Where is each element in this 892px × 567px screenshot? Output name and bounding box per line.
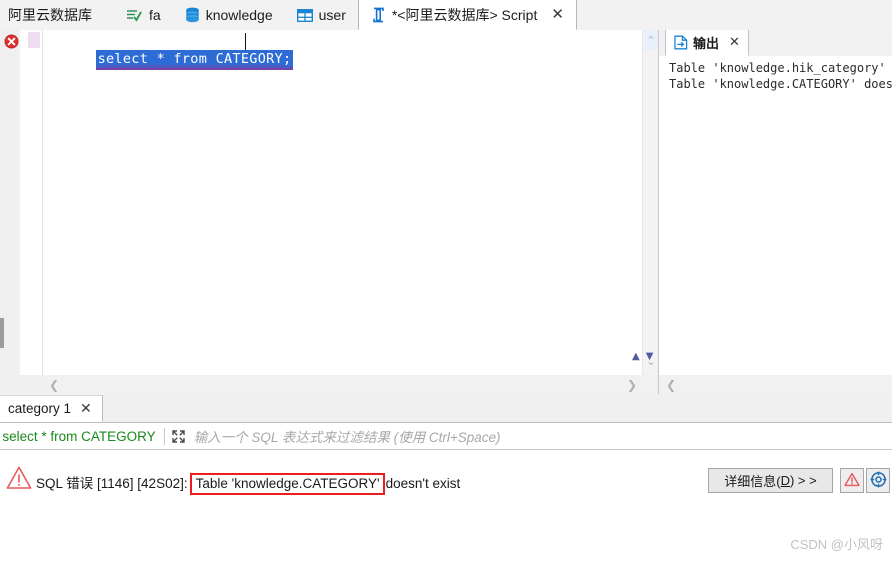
tab-user[interactable]: user	[285, 0, 358, 30]
list-check-icon	[126, 8, 143, 22]
tab-output[interactable]: 输出 ✕	[665, 30, 749, 56]
result-tab-label: category 1	[8, 401, 72, 416]
warning-toggle-button[interactable]	[840, 468, 864, 493]
active-query-text: ' select * from CATEGORY	[0, 428, 156, 444]
close-icon[interactable]: ✕	[80, 402, 92, 416]
triangle-down-icon[interactable]: ▼	[646, 352, 654, 362]
sql-error-message: SQL 错误 [1146] [42S02]: Table 'knowledge.…	[36, 472, 460, 495]
error-table-highlight: Table 'knowledge.CATEGORY'	[189, 473, 385, 495]
expand-arrows-icon[interactable]	[170, 428, 188, 444]
bottom-background	[0, 511, 892, 567]
editor-line-number-gutter	[20, 30, 28, 375]
result-scroll-controls[interactable]: ▲ ▼	[632, 352, 653, 362]
editor-vertical-scrollbar[interactable]: ⌃ ⌄	[642, 30, 659, 375]
tab-fa[interactable]: fa	[114, 0, 173, 30]
editor-tab-bar: 阿里云数据库 fa knowledge user *<阿里云数据库> Scrip…	[0, 0, 892, 31]
error-prefix: SQL 错误 [1146] [42S02]:	[36, 476, 188, 491]
result-filter-bar[interactable]: ' select * from CATEGORY 输入一个 SQL 表达式来过滤…	[0, 423, 892, 450]
editor-folding-gutter[interactable]	[28, 30, 42, 375]
scroll-up-arrow-icon[interactable]: ⌃	[643, 32, 659, 48]
output-text-area[interactable]: Table 'knowledge.hik_category' d Table '…	[659, 56, 892, 394]
warning-triangle-icon	[6, 465, 32, 491]
tab-label: *<阿里云数据库> Script	[391, 6, 538, 23]
output-line: Table 'knowledge.CATEGORY' doesn	[669, 77, 892, 91]
result-tab-bar: category 1 ✕	[0, 394, 892, 423]
tab-label: knowledge	[205, 7, 273, 23]
output-horizontal-scrollbar[interactable]: ❮	[659, 375, 892, 394]
text-caret	[245, 33, 246, 50]
connection-status-button[interactable]	[866, 468, 890, 493]
change-marker	[28, 32, 40, 48]
divider	[163, 427, 165, 445]
sql-code-area[interactable]: select * from CATEGORY;	[42, 30, 643, 375]
database-icon	[185, 7, 200, 23]
panel-resize-handle[interactable]	[0, 318, 4, 348]
editor-horizontal-scrollbar[interactable]: ❮ ❯	[42, 375, 658, 394]
details-accesskey: D	[780, 473, 790, 488]
warning-triangle-icon	[844, 472, 860, 490]
scroll-left-arrow-icon[interactable]: ❮	[663, 377, 679, 392]
error-x-icon[interactable]	[4, 34, 19, 49]
details-label-post: ) > >	[789, 473, 817, 488]
tab-category-1[interactable]: category 1 ✕	[0, 395, 103, 422]
output-panel: 输出 ✕ Table 'knowledge.hik_category' d Ta…	[658, 30, 892, 394]
tab-label: 阿里云数据库	[8, 7, 92, 23]
filter-input-placeholder[interactable]: 输入一个 SQL 表达式来过滤结果 (使用 Ctrl+Space)	[194, 426, 501, 446]
watermark-text: CSDN @小风呀	[790, 537, 883, 552]
tab-label: user	[318, 7, 346, 23]
triangle-up-icon[interactable]: ▲	[632, 352, 640, 362]
error-suffix: doesn't exist	[385, 476, 461, 491]
script-icon	[371, 7, 386, 23]
scroll-left-arrow-icon[interactable]: ❮	[46, 377, 62, 392]
output-page-icon	[674, 35, 688, 50]
details-label-pre: 详细信息(	[724, 474, 781, 489]
output-tab-bar: 输出 ✕	[659, 30, 892, 57]
tab-aliyun-script[interactable]: *<阿里云数据库> Script ✕	[357, 0, 577, 30]
close-icon[interactable]: ✕	[551, 7, 564, 22]
selected-sql-text[interactable]: select * from CATEGORY;	[95, 50, 294, 70]
tab-knowledge[interactable]: knowledge	[173, 0, 285, 30]
output-line: Table 'knowledge.hik_category' d	[669, 61, 892, 75]
close-icon[interactable]: ✕	[729, 36, 740, 49]
tab-aliyun-database[interactable]: 阿里云数据库	[0, 0, 114, 30]
scroll-right-arrow-icon[interactable]: ❯	[624, 377, 640, 392]
sql-editor-panel: select * from CATEGORY; ⌃ ⌄ ❮ ❯	[0, 30, 659, 394]
details-button[interactable]: 详细信息(D) > >	[708, 468, 833, 493]
tab-label: fa	[149, 7, 161, 23]
globe-target-icon	[870, 471, 887, 491]
code-line-1: select * from CATEGORY;	[45, 33, 294, 87]
table-icon	[296, 8, 313, 22]
output-tab-label: 输出	[693, 36, 720, 51]
